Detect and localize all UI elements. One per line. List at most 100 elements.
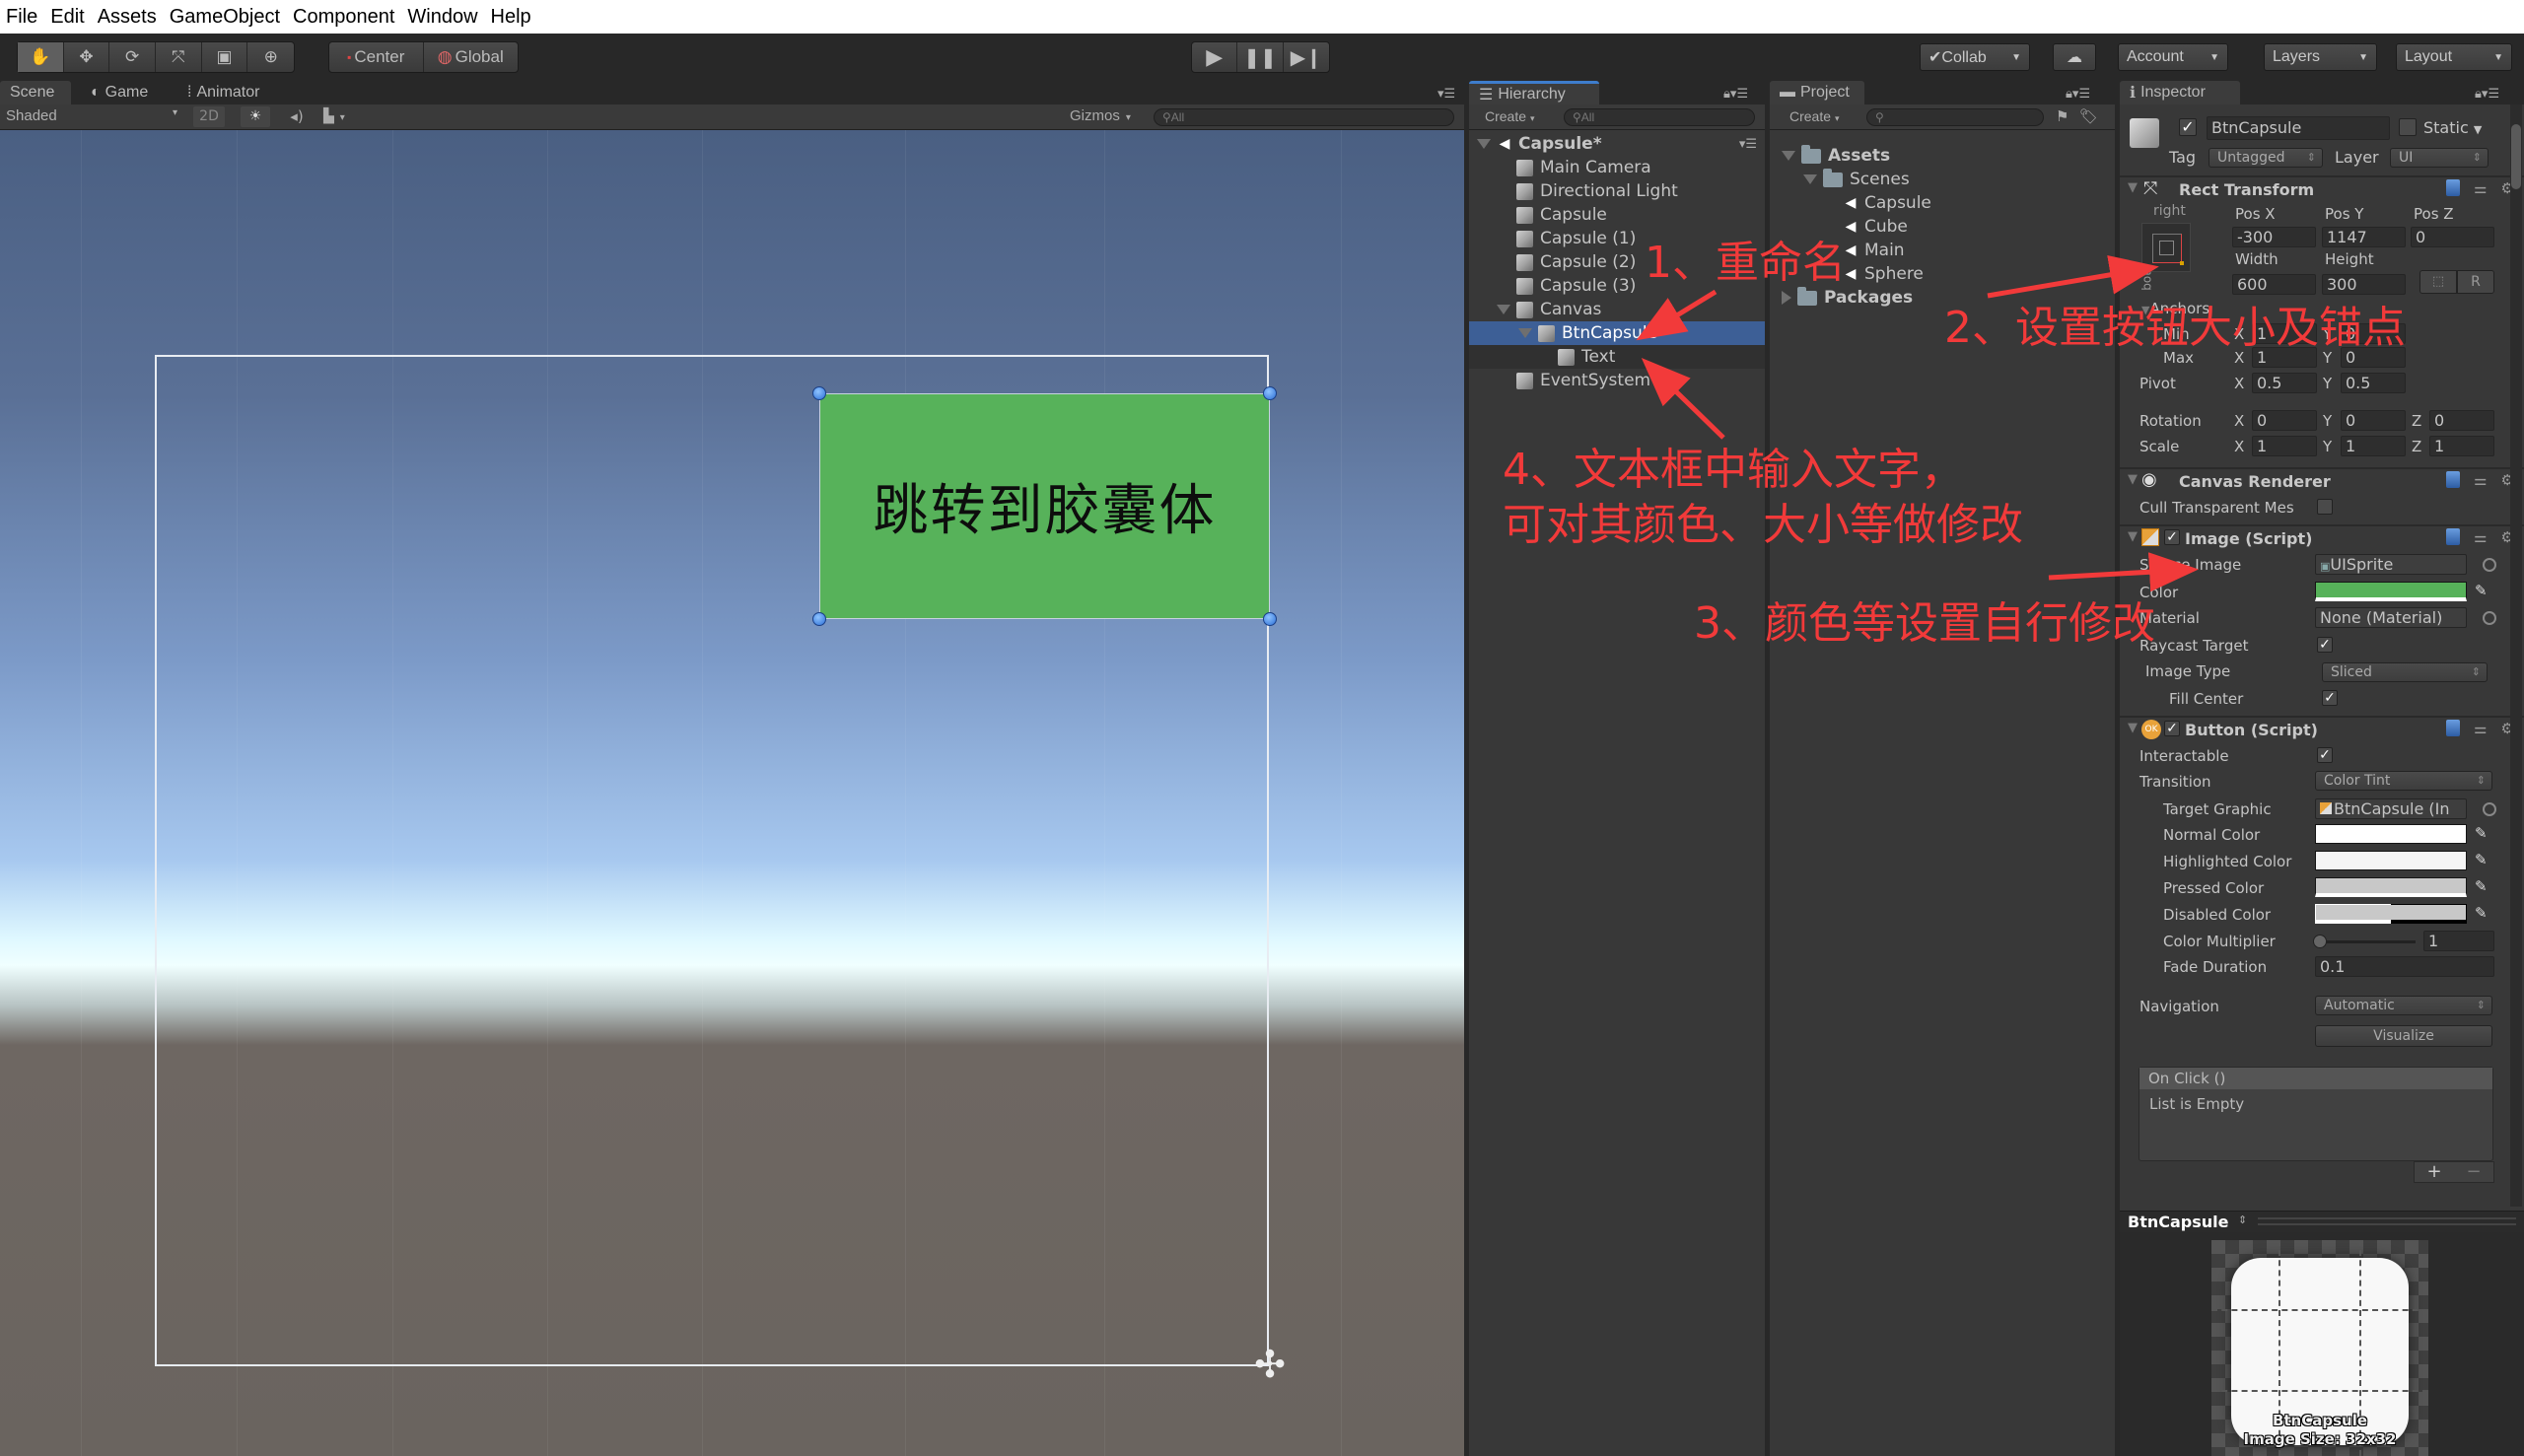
expand-arrow-icon[interactable] (1497, 305, 1510, 314)
object-picker-icon[interactable] (2483, 558, 2496, 572)
lock-menu-icon[interactable]: 🔒︎▾☰ (1723, 87, 1748, 102)
menu-component[interactable]: Component (293, 6, 394, 29)
hierarchy-item[interactable]: EventSystem (1469, 369, 1765, 392)
tab-game[interactable]: ◐ Game (81, 81, 158, 104)
gizmos-dropdown[interactable]: Gizmos ▾ (1070, 107, 1131, 124)
pos-z-field[interactable]: 0 (2411, 227, 2494, 247)
pause-button[interactable]: ❚❚ (1237, 42, 1284, 72)
remove-listener-button[interactable]: − (2466, 1162, 2481, 1182)
hierarchy-item[interactable]: Main Camera (1469, 156, 1765, 179)
pivot-center-button[interactable]: ▪ Center (329, 42, 424, 72)
image-component-header[interactable]: ▼ ✓ Image (Script) ⚌ ⚙ (2120, 524, 2524, 550)
preset-icon[interactable]: ⚌ (2474, 471, 2487, 489)
menu-gameobject[interactable]: GameObject (170, 6, 280, 29)
scrollbar-thumb[interactable] (2511, 124, 2521, 189)
account-dropdown[interactable]: Account ▼ (2118, 43, 2228, 71)
preset-icon[interactable]: ⚌ (2474, 179, 2487, 197)
resize-handle-bottom-left[interactable] (812, 612, 826, 626)
scale-tool-button[interactable]: ⤧ (156, 42, 202, 72)
hierarchy-item[interactable]: Canvas (1469, 298, 1765, 321)
pos-y-field[interactable]: 1147 (2322, 227, 2406, 247)
hierarchy-item[interactable]: Capsule (1469, 203, 1765, 227)
collapse-arrow-icon[interactable]: ▼ (2128, 721, 2138, 735)
expand-arrow-icon[interactable] (1803, 174, 1817, 184)
inspector-scrollbar[interactable] (2510, 104, 2522, 1207)
visualize-button[interactable]: Visualize (2315, 1025, 2492, 1047)
static-dropdown[interactable]: Static ▼ (2423, 118, 2482, 137)
space-global-button[interactable]: ◍ Global (424, 42, 519, 72)
rotate-tool-button[interactable]: ⟳ (109, 42, 157, 72)
menu-edit[interactable]: Edit (50, 6, 84, 29)
menu-file[interactable]: File (6, 6, 37, 29)
lighting-toggle[interactable]: ☀ (241, 106, 270, 127)
hierarchy-item[interactable]: Text (1469, 345, 1765, 369)
anchor-icon[interactable]: ✣ (1250, 1345, 1290, 1384)
preset-icon[interactable]: ⚌ (2474, 720, 2487, 737)
object-name-input[interactable]: BtnCapsule (2207, 116, 2390, 140)
tab-inspector[interactable]: ℹ Inspector (2120, 81, 2240, 104)
canvas-renderer-header[interactable]: ▼ ◉ Canvas Renderer ⚌ ⚙ (2120, 467, 2524, 493)
tab-hierarchy[interactable]: ☰ Hierarchy (1469, 81, 1599, 104)
filter-type-icon[interactable]: ⚑ (2056, 107, 2068, 125)
raycast-checkbox[interactable]: ✓ (2317, 637, 2333, 653)
menu-assets[interactable]: Assets (98, 6, 157, 29)
material-field[interactable]: None (Material) (2315, 607, 2467, 628)
scale-y-field[interactable]: 1 (2341, 436, 2406, 456)
interactable-checkbox[interactable]: ✓ (2317, 747, 2333, 763)
eyedropper-icon[interactable]: ✎ (2475, 851, 2489, 868)
image-enabled-checkbox[interactable]: ✓ (2164, 529, 2180, 545)
object-picker-icon[interactable] (2483, 611, 2496, 625)
hierarchy-item-selected[interactable]: BtnCapsule (1469, 321, 1765, 345)
preset-icon[interactable]: ⚌ (2474, 528, 2487, 546)
resize-handle-top-right[interactable] (1263, 386, 1277, 400)
transform-tool-button[interactable]: ⊕ (247, 42, 294, 72)
collapse-arrow-icon[interactable] (1782, 291, 1791, 305)
scene-view[interactable]: 跳转到胶囊体 ✣ (0, 130, 1464, 1456)
color-multiplier-slider[interactable] (2317, 940, 2416, 943)
pivot-x-field[interactable]: 0.5 (2252, 373, 2317, 393)
rotation-x-field[interactable]: 0 (2252, 410, 2317, 431)
fade-duration-field[interactable]: 0.1 (2315, 956, 2494, 977)
object-picker-icon[interactable] (2483, 802, 2496, 816)
raw-edit-button[interactable]: R (2457, 270, 2494, 294)
collab-dropdown[interactable]: ✔Collab ▼ (1920, 43, 2030, 71)
help-icon[interactable] (2446, 720, 2461, 736)
rect-tool-button[interactable]: ▣ (202, 42, 248, 72)
move-tool-button[interactable]: ✥ (64, 42, 110, 72)
resize-handle-bottom-right[interactable] (1263, 612, 1277, 626)
blueprint-mode-button[interactable]: ⬚ (2419, 270, 2457, 294)
menu-window[interactable]: Window (407, 6, 477, 29)
static-checkbox[interactable]: ✓ (2399, 118, 2417, 136)
project-folder[interactable]: Scenes (1770, 168, 2066, 191)
fill-center-checkbox[interactable]: ✓ (2322, 690, 2338, 706)
project-asset[interactable]: ◀ Capsule (1770, 191, 2066, 215)
hierarchy-search-input[interactable]: ⚲All (1564, 108, 1755, 126)
pos-x-field[interactable]: -300 (2232, 227, 2316, 247)
tab-project[interactable]: ▬ Project (1770, 81, 1864, 104)
collapse-arrow-icon[interactable]: ▼ (2128, 180, 2138, 195)
button-enabled-checkbox[interactable]: ✓ (2164, 721, 2180, 736)
button-object[interactable]: 跳转到胶囊体 (819, 393, 1270, 619)
layer-dropdown[interactable]: UI (2390, 148, 2489, 168)
rotation-z-field[interactable]: 0 (2429, 410, 2494, 431)
eyedropper-icon[interactable]: ✎ (2475, 582, 2489, 599)
help-icon[interactable] (2446, 471, 2461, 488)
cull-checkbox[interactable]: ✓ (2317, 499, 2333, 515)
tab-animator[interactable]: ⁞ Animator (177, 81, 269, 104)
scene-menu-icon[interactable]: ▾☰ (1739, 137, 1757, 152)
help-icon[interactable] (2446, 179, 2461, 196)
help-icon[interactable] (2446, 528, 2461, 545)
tag-dropdown[interactable]: Untagged (2208, 148, 2323, 168)
target-graphic-field[interactable]: BtnCapsule (In (2315, 798, 2467, 819)
rect-transform-header[interactable]: ▼ ⤧ Rect Transform ⚌ ⚙ (2120, 175, 2524, 201)
audio-toggle[interactable]: ◂) (282, 106, 312, 127)
layers-dropdown[interactable]: Layers ▼ (2264, 43, 2377, 71)
shading-mode-dropdown[interactable]: Shaded ▾ (6, 107, 181, 127)
hierarchy-item[interactable]: Directional Light (1469, 179, 1765, 203)
rotation-y-field[interactable]: 0 (2341, 410, 2406, 431)
tab-scene[interactable]: Scene (0, 81, 71, 104)
eyedropper-icon[interactable]: ✎ (2475, 877, 2489, 895)
dropdown-arrows-icon[interactable]: ⇕ (2238, 1213, 2247, 1226)
pressed-color-swatch[interactable] (2315, 877, 2467, 897)
expand-arrow-icon[interactable] (1518, 328, 1532, 338)
